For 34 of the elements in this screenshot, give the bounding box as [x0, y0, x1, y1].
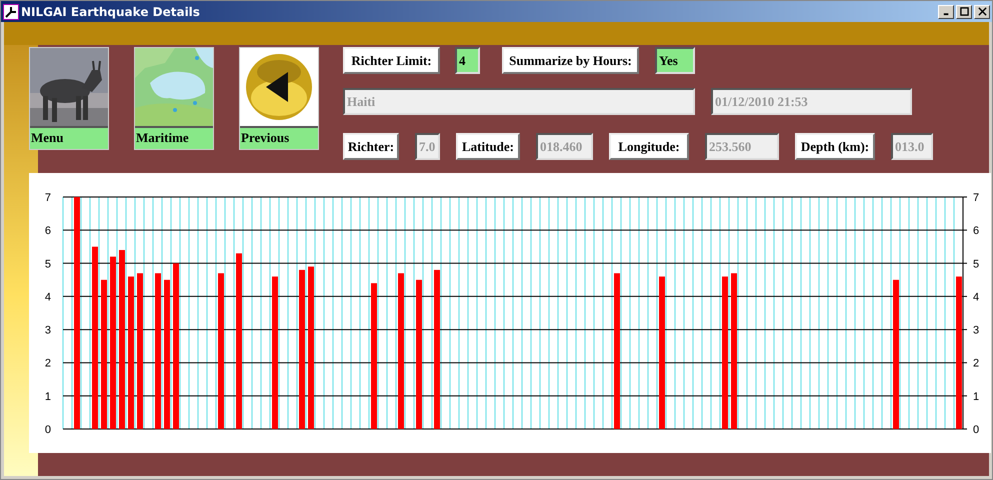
tick-label: 5 [44, 258, 51, 270]
nav-tile-button[interactable]: Menu [29, 47, 109, 150]
tick-label: 1 [44, 390, 51, 403]
field-label: Latitude: [456, 133, 520, 160]
tick-label: 0 [44, 424, 51, 436]
tick-label: 4 [973, 291, 980, 304]
input-field[interactable]: Yes [655, 47, 695, 74]
tick-label: 6 [44, 225, 51, 238]
tick-label: 3 [44, 324, 51, 337]
field-label: Summarize by Hours: [502, 47, 639, 74]
window-title: NILGAI Earthquake Details [21, 4, 200, 20]
nav-tile-button[interactable]: Previous [239, 47, 319, 150]
tick-label: 7 [44, 192, 51, 204]
tick-label: 2 [44, 358, 51, 370]
close-icon [978, 7, 986, 16]
field-label: Depth (km): [795, 133, 875, 160]
tick-label: 5 [973, 258, 980, 270]
tick-label: 2 [973, 358, 980, 370]
nav-tile-button[interactable]: Maritime [134, 47, 214, 150]
field-label: Richter: [343, 133, 399, 160]
field-label: Longitude: [609, 133, 689, 160]
app-icon [3, 4, 19, 20]
maximize-button[interactable] [956, 4, 972, 18]
field-label: Richter Limit: [343, 47, 440, 74]
tick-label: 0 [973, 424, 980, 436]
close-button[interactable] [974, 4, 990, 18]
tick-label: 7 [973, 192, 980, 204]
tick-label: 3 [973, 324, 980, 337]
maximize-icon [960, 7, 968, 16]
tick-label: 6 [973, 225, 980, 238]
minimize-button[interactable] [938, 4, 954, 18]
tick-label: 4 [44, 291, 51, 304]
tick-label: 1 [973, 390, 980, 403]
input-field[interactable]: 4 [455, 47, 480, 74]
